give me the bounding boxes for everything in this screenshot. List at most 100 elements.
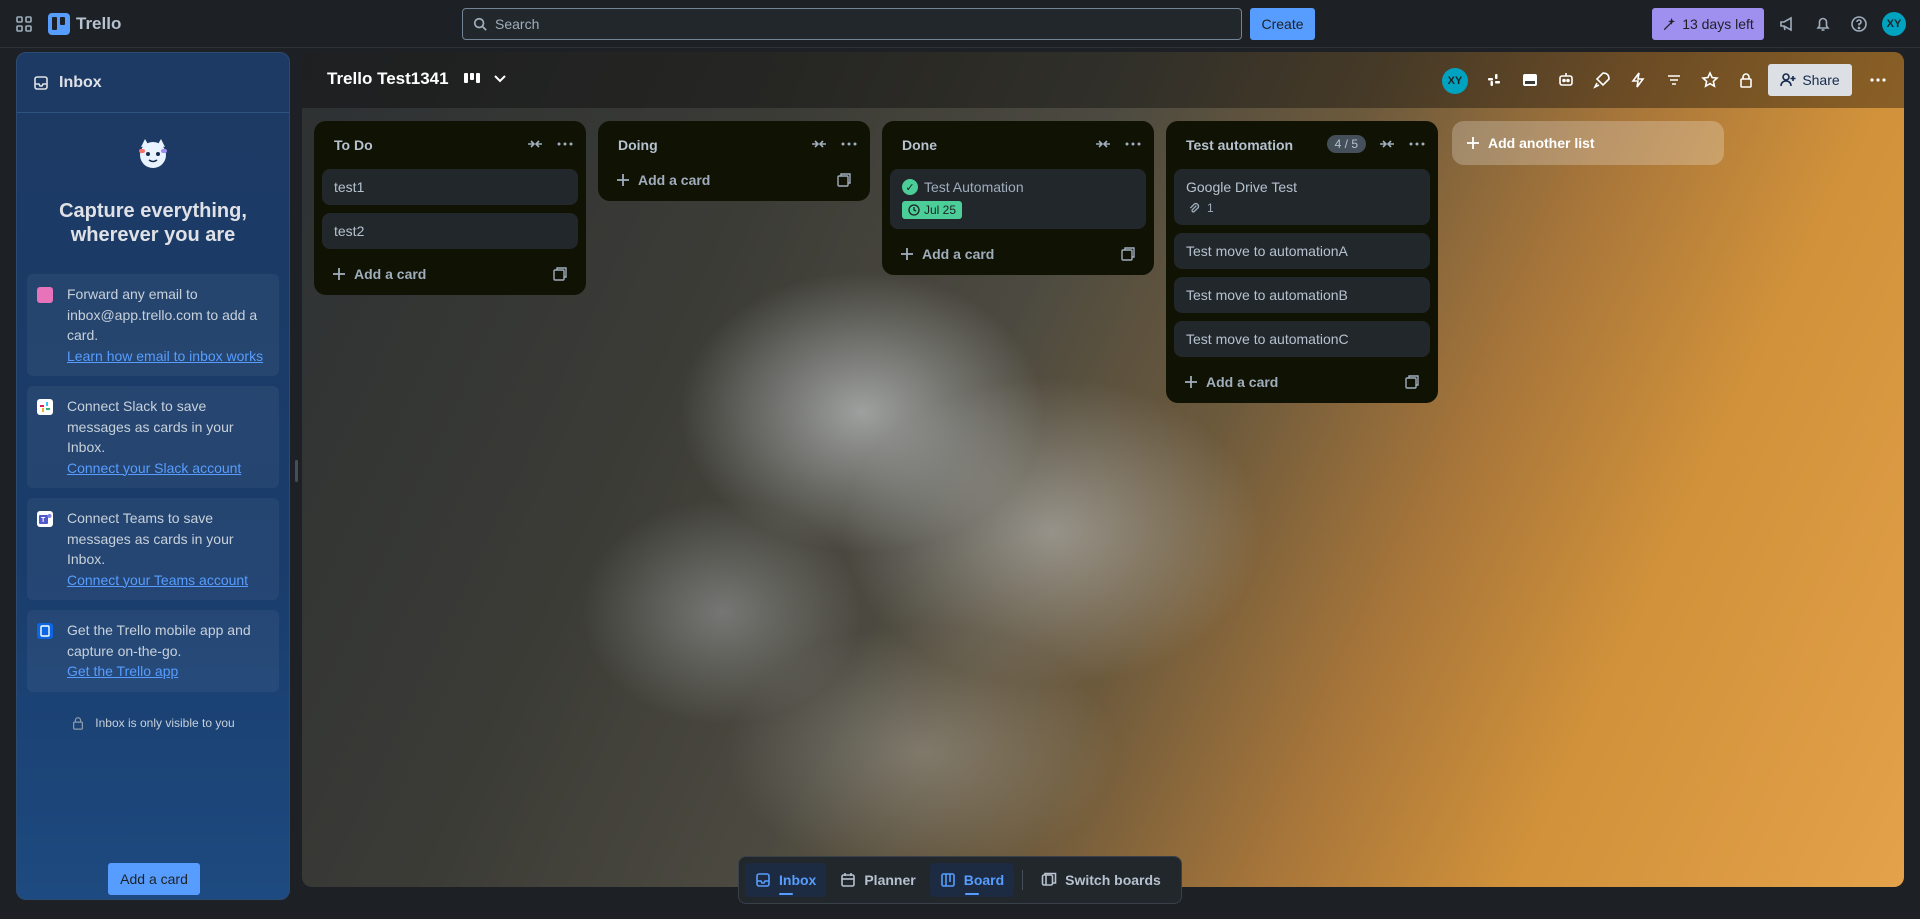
nav-inbox[interactable]: Inbox — [745, 863, 827, 897]
card[interactable]: ✓ Test Automation Jul 25 — [890, 169, 1146, 229]
board-member-avatar[interactable]: XY — [1442, 68, 1468, 94]
search-box[interactable] — [462, 8, 1242, 40]
card[interactable]: Test move to automationA — [1174, 233, 1430, 269]
add-card-label: Add a card — [1206, 374, 1279, 390]
switch-boards-icon — [1041, 872, 1057, 886]
list-title[interactable]: Done — [902, 137, 937, 153]
inbox-panel: Inbox Capture everything, wherever you a… — [16, 52, 290, 900]
inbox-add-card-button[interactable]: Add a card — [108, 863, 200, 895]
collapse-list-icon[interactable] — [810, 135, 828, 153]
mobile-app-icon — [37, 623, 53, 639]
add-card-button[interactable]: Add a card — [890, 237, 1146, 271]
list-actions-icon[interactable] — [1408, 135, 1426, 153]
tip-link-email[interactable]: Learn how email to inbox works — [67, 348, 263, 364]
tip-link-mobile-app[interactable]: Get the Trello app — [67, 663, 178, 679]
card-template-icon[interactable] — [552, 266, 568, 282]
automation-lightning-icon[interactable] — [1626, 68, 1650, 92]
trello-logo-icon — [48, 13, 70, 35]
tip-text: Get the Trello mobile app and capture on… — [67, 622, 251, 659]
card[interactable]: Test move to automationB — [1174, 277, 1430, 313]
rocket-powerups-icon[interactable] — [1590, 68, 1614, 92]
visibility-lock-icon[interactable] — [1734, 68, 1758, 92]
add-person-icon — [1780, 73, 1796, 87]
collapse-list-icon[interactable] — [526, 135, 544, 153]
app-name: Trello — [76, 14, 122, 33]
card-cover-powerup-icon[interactable] — [1518, 68, 1542, 92]
add-list-label: Add another list — [1488, 135, 1595, 151]
board-view-icon — [464, 73, 480, 83]
tip-mobile-app: Get the Trello mobile app and capture on… — [27, 610, 279, 692]
card-template-icon[interactable] — [1120, 246, 1136, 262]
card[interactable]: Test move to automationC — [1174, 321, 1430, 357]
list-header[interactable]: Doing — [598, 121, 870, 169]
plus-icon — [1185, 376, 1197, 388]
list-title[interactable]: Test automation — [1186, 137, 1293, 153]
list-actions-icon[interactable] — [840, 135, 858, 153]
share-button[interactable]: Share — [1768, 64, 1852, 96]
tip-link-teams[interactable]: Connect your Teams account — [67, 572, 248, 588]
card-title: Test move to automationB — [1186, 287, 1348, 303]
collapse-list-icon[interactable] — [1378, 135, 1396, 153]
add-another-list-button[interactable]: Add another list — [1452, 121, 1724, 165]
trial-days-button[interactable]: 13 days left — [1652, 8, 1764, 40]
board-title[interactable]: Trello Test1341 — [327, 69, 449, 89]
nav-planner[interactable]: Planner — [830, 863, 925, 897]
privacy-text: Inbox is only visible to you — [95, 715, 235, 730]
inbox-icon — [34, 75, 48, 90]
due-date-badge[interactable]: Jul 25 — [902, 201, 963, 219]
add-card-button[interactable]: Add a card — [606, 163, 862, 197]
card[interactable]: test2 — [322, 213, 578, 249]
card[interactable]: Google Drive Test 1 — [1174, 169, 1430, 225]
help-icon[interactable] — [1847, 12, 1871, 36]
trial-days-label: 13 days left — [1682, 16, 1754, 32]
robot-powerup-icon[interactable] — [1554, 68, 1578, 92]
megaphone-icon[interactable] — [1775, 12, 1799, 36]
add-card-label: Add a card — [354, 266, 427, 282]
list-test-automation[interactable]: Test automation 4 / 5 Google Drive Test … — [1166, 121, 1438, 403]
inbox-hero: Capture everything, wherever you are — [17, 113, 289, 247]
list-actions-icon[interactable] — [1124, 135, 1142, 153]
sidebar-resize-handle[interactable] — [295, 460, 298, 482]
search-icon — [473, 17, 487, 31]
trello-logo[interactable]: Trello — [48, 12, 121, 36]
card-title: Test move to automationC — [1186, 331, 1349, 347]
create-button[interactable]: Create — [1250, 8, 1315, 40]
card-template-icon[interactable] — [1404, 374, 1420, 390]
notifications-bell-icon[interactable] — [1811, 12, 1835, 36]
app-switcher-icon[interactable] — [12, 12, 36, 36]
tip-slack: Connect Slack to save messages as cards … — [27, 386, 279, 488]
list-header[interactable]: Test automation 4 / 5 — [1166, 121, 1438, 169]
tip-link-slack[interactable]: Connect your Slack account — [67, 460, 241, 476]
add-card-button[interactable]: Add a card — [322, 257, 578, 291]
list-done[interactable]: Done ✓ Test Automation Jul 25 Add a card — [882, 121, 1154, 275]
slack-icon — [37, 399, 53, 415]
list-header[interactable]: To Do — [314, 121, 586, 169]
card-template-icon[interactable] — [836, 172, 852, 188]
star-icon[interactable] — [1698, 68, 1722, 92]
plus-icon — [617, 174, 629, 186]
list-actions-icon[interactable] — [556, 135, 574, 153]
nav-board-label: Board — [963, 872, 1005, 888]
nav-board[interactable]: Board — [929, 863, 1015, 897]
filter-icon[interactable] — [1662, 68, 1686, 92]
card[interactable]: test1 — [322, 169, 578, 205]
card-limit-badge: 4 / 5 — [1326, 135, 1366, 153]
nav-switch-boards[interactable]: Switch boards — [1031, 863, 1171, 897]
bottom-navigation: Inbox Planner Board Switch boards — [738, 856, 1182, 904]
add-card-button[interactable]: Add a card — [1174, 365, 1430, 399]
list-to-do[interactable]: To Do test1 test2 Add a card — [314, 121, 586, 295]
list-doing[interactable]: Doing Add a card — [598, 121, 870, 201]
sparkle-icon — [1663, 17, 1676, 31]
search-input[interactable] — [495, 16, 1195, 32]
collapse-list-icon[interactable] — [1094, 135, 1112, 153]
clock-icon — [908, 204, 920, 216]
tip-text: Forward any email to inbox@app.trello.co… — [67, 286, 258, 343]
user-avatar[interactable]: XY — [1882, 12, 1906, 36]
list-header[interactable]: Done — [882, 121, 1154, 169]
list-title[interactable]: To Do — [334, 137, 373, 153]
list-title[interactable]: Doing — [618, 137, 658, 153]
board-view-switcher[interactable] — [462, 68, 508, 88]
board-menu-icon[interactable] — [1866, 68, 1890, 92]
slack-powerup-icon[interactable] — [1482, 68, 1506, 92]
complete-check-icon[interactable]: ✓ — [902, 179, 918, 195]
